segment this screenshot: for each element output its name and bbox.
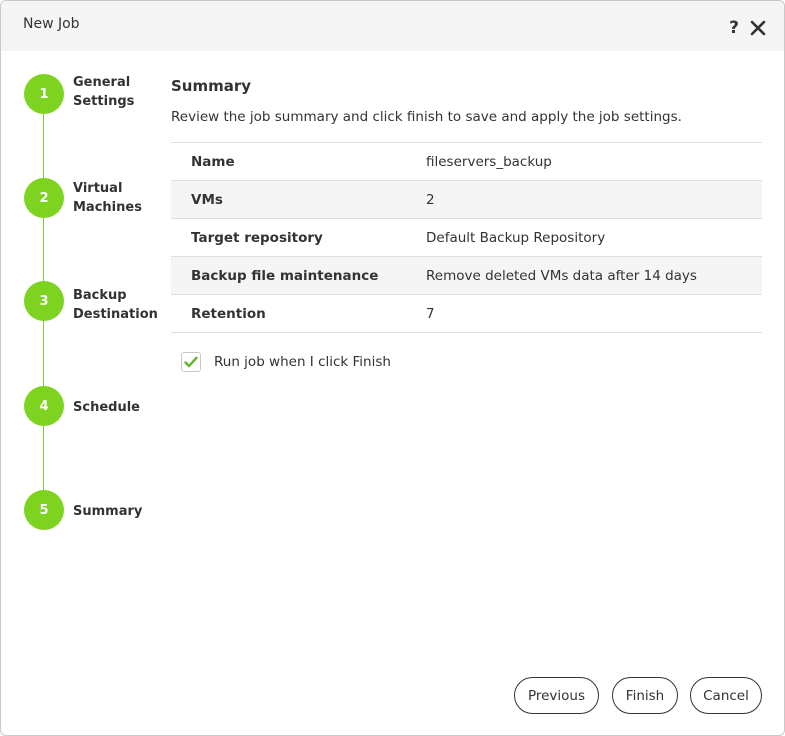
- row-key: Backup file maintenance: [191, 267, 379, 284]
- checkmark-icon: [184, 356, 198, 368]
- row-key: VMs: [191, 191, 223, 208]
- run-job-checkbox-row[interactable]: Run job when I click Finish: [181, 352, 391, 372]
- row-value: Remove deleted VMs data after 14 days: [426, 267, 697, 284]
- step-5-label[interactable]: Summary: [73, 502, 158, 521]
- dialog-title: New Job: [23, 16, 80, 32]
- wizard-steps: 1 General Settings 2 Virtual Machines 3 …: [1, 51, 161, 551]
- summary-table: Name fileservers_backup VMs 2 Target rep…: [171, 142, 762, 333]
- row-key: Retention: [191, 305, 266, 322]
- previous-button[interactable]: Previous: [514, 677, 599, 714]
- close-icon[interactable]: [750, 20, 766, 36]
- table-row: VMs 2: [171, 181, 762, 219]
- step-3-label[interactable]: Backup Destination: [73, 286, 158, 324]
- table-row: Target repository Default Backup Reposit…: [171, 219, 762, 257]
- run-job-checkbox-label: Run job when I click Finish: [214, 354, 391, 370]
- new-job-dialog: New Job ? 1 General Settings 2 Virtual M…: [0, 0, 785, 736]
- section-description: Review the job summary and click finish …: [171, 109, 682, 125]
- finish-button[interactable]: Finish: [612, 677, 678, 714]
- row-key: Name: [191, 153, 235, 170]
- table-row: Retention 7: [171, 295, 762, 333]
- row-value: 2: [426, 191, 435, 208]
- title-bar: New Job ?: [1, 1, 784, 51]
- help-icon[interactable]: ?: [727, 18, 741, 38]
- section-title: Summary: [171, 77, 252, 95]
- row-value: 7: [426, 305, 435, 322]
- step-1-label[interactable]: General Settings: [73, 73, 158, 111]
- step-1-circle[interactable]: 1: [24, 74, 64, 114]
- step-2-circle[interactable]: 2: [24, 178, 64, 218]
- row-key: Target repository: [191, 229, 323, 246]
- step-5-circle[interactable]: 5: [24, 490, 64, 530]
- step-3-circle[interactable]: 3: [24, 281, 64, 321]
- table-row: Name fileservers_backup: [171, 143, 762, 181]
- cancel-button[interactable]: Cancel: [690, 677, 762, 714]
- step-2-label[interactable]: Virtual Machines: [73, 179, 158, 217]
- row-value: Default Backup Repository: [426, 229, 606, 246]
- row-value: fileservers_backup: [426, 153, 552, 170]
- table-row: Backup file maintenance Remove deleted V…: [171, 257, 762, 295]
- run-job-checkbox[interactable]: [181, 352, 201, 372]
- step-4-label[interactable]: Schedule: [73, 398, 158, 417]
- step-4-circle[interactable]: 4: [24, 386, 64, 426]
